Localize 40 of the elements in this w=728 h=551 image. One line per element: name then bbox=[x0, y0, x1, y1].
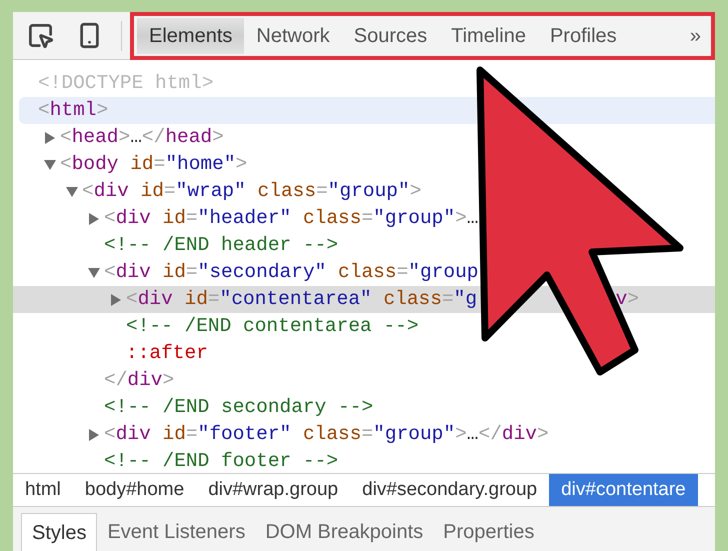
breadcrumb[interactable]: div#secondary.group bbox=[350, 474, 550, 506]
panel-tab[interactable]: Elements bbox=[137, 18, 244, 54]
breadcrumb[interactable]: div#contentare bbox=[549, 474, 698, 506]
code-line: ::after bbox=[126, 340, 208, 366]
panel-tab[interactable]: Timeline bbox=[439, 18, 538, 54]
collapsed-triangle-icon[interactable] bbox=[110, 294, 122, 306]
expanded-triangle-icon[interactable] bbox=[66, 186, 78, 198]
panel-tab[interactable]: Network bbox=[244, 18, 342, 54]
code-line: <!-- /END contentarea --> bbox=[126, 314, 419, 339]
expanded-triangle-icon[interactable] bbox=[88, 266, 100, 278]
code-line: <!-- /END secondary --> bbox=[104, 394, 374, 420]
expanded-triangle-icon[interactable] bbox=[44, 158, 56, 170]
panel-tab[interactable]: Profiles bbox=[538, 18, 629, 54]
code-line: <div id="wrap" class="group"> bbox=[82, 178, 422, 204]
sidebar-tab[interactable]: Properties bbox=[433, 513, 544, 551]
collapsed-triangle-icon[interactable] bbox=[88, 212, 100, 224]
breadcrumb[interactable]: body#home bbox=[72, 474, 196, 506]
code-fragment: v> bbox=[616, 286, 639, 312]
code-line: <html> bbox=[38, 98, 108, 123]
code-line: <head>…</head> bbox=[60, 124, 224, 150]
sidebar-tab[interactable]: Event Listeners bbox=[97, 513, 256, 551]
code-line: <div id="footer" class="group">…</div> bbox=[104, 422, 549, 447]
collapsed-triangle-icon[interactable] bbox=[44, 132, 56, 144]
code-line: </div> bbox=[104, 368, 174, 393]
more-tabs-button[interactable]: » bbox=[690, 20, 701, 50]
code-line: <div id="header" class="group">… bbox=[104, 206, 478, 231]
code-line: <!-- /END header --> bbox=[104, 232, 338, 258]
sidebar-tab[interactable]: Styles bbox=[21, 513, 98, 551]
code-line: <!-- /END footer --> bbox=[104, 448, 338, 473]
sidebar-tab[interactable]: DOM Breakpoints bbox=[255, 513, 434, 551]
code-line: <div id="contentarea" class="g bbox=[126, 286, 478, 312]
code-line: <div id="secondary" class="group bbox=[104, 260, 478, 285]
inspect-icon[interactable] bbox=[27, 22, 54, 49]
highlighted-row[interactable]: <html> bbox=[19, 97, 715, 124]
breadcrumb[interactable]: html bbox=[13, 474, 73, 506]
code-line: <!DOCTYPE html> bbox=[38, 70, 214, 96]
breadcrumb[interactable]: div#wrap.group bbox=[196, 474, 350, 506]
code-line: <body id="home"> bbox=[60, 152, 248, 177]
collapsed-triangle-icon[interactable] bbox=[88, 428, 100, 440]
panel-tab[interactable]: Sources bbox=[342, 18, 440, 54]
